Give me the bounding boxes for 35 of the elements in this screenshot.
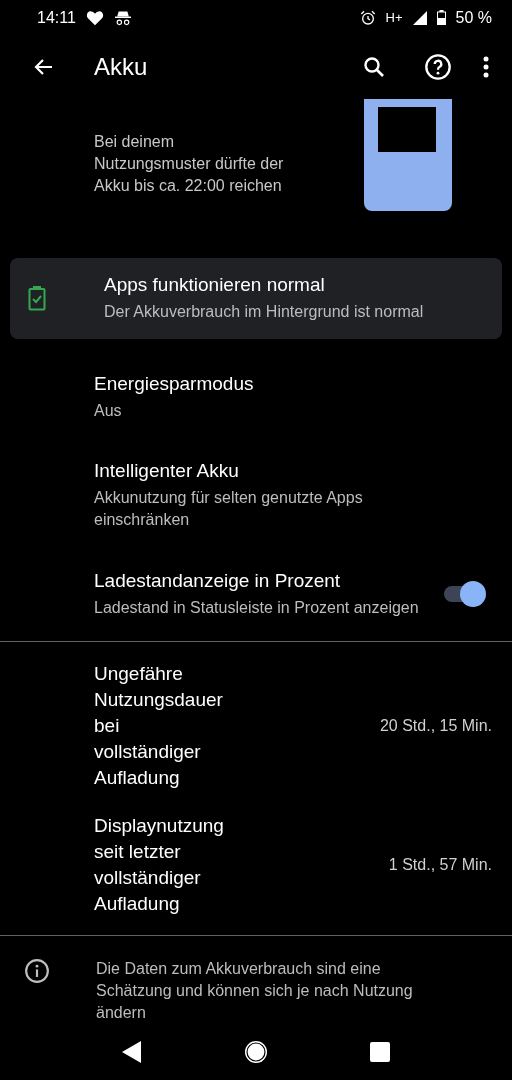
battery-percent: 50 % bbox=[455, 8, 492, 27]
info-note: Die Daten zum Akkuverbrauch sind eine Schätzung und können sich je nach Nutzung ändern bbox=[96, 958, 414, 1023]
more-options-icon bbox=[483, 56, 489, 79]
screen-title: Akku bbox=[94, 53, 148, 82]
status-title: Apps funktionieren normal bbox=[104, 273, 326, 298]
battery-icon bbox=[436, 10, 446, 26]
usage-value: 1 Std., 57 Min. bbox=[388, 856, 492, 875]
signal-icon bbox=[412, 10, 427, 25]
setting-title: Intelligenter Akku bbox=[94, 459, 240, 484]
toggle-switch[interactable] bbox=[444, 581, 486, 608]
info-icon bbox=[24, 957, 50, 984]
usage-label: Ungefähre Nutzungsdauer bei vollständiger Aufladung bbox=[94, 662, 224, 791]
alarm-icon bbox=[359, 9, 376, 26]
setting-title: Ladestandanzeige in Prozent bbox=[94, 569, 342, 594]
setting-row[interactable]: Ladestandanzeige in Prozent Ladestand in Statusleiste in Prozent anzeigen bbox=[0, 547, 512, 642]
usage-value: 20 Std., 15 Min. bbox=[379, 717, 492, 736]
setting-subtitle: Aus bbox=[94, 400, 123, 421]
setting-title: Energiesparmodus bbox=[94, 371, 255, 396]
help-icon bbox=[424, 53, 452, 82]
battery-check-icon bbox=[28, 285, 46, 312]
status-subtitle: Der Akkuverbrauch im Hintergrund ist normal bbox=[104, 302, 425, 323]
setting-subtitle: Ladestand in Statusleiste in Prozent anzeigen bbox=[94, 598, 420, 619]
setting-subtitle: Akkunutzung für selten genutzte Apps einschränken bbox=[94, 488, 364, 531]
incognito-icon bbox=[113, 9, 132, 26]
triangle-icon bbox=[122, 1040, 142, 1063]
setting-row[interactable]: Energiesparmodus Aus bbox=[0, 349, 512, 444]
usage-label: Displaynutzung seit letzter vollständiger Aufladung bbox=[94, 814, 225, 917]
heart-icon bbox=[85, 9, 104, 26]
circle-icon bbox=[244, 1039, 268, 1064]
network-type: H+ bbox=[385, 10, 403, 26]
status-time: 14:11 bbox=[37, 8, 76, 27]
setting-row[interactable]: Intelligenter Akku Akkunutzung für selten genutzte Apps einschränken bbox=[0, 443, 512, 548]
battery-estimate: Bei deinem Nutzungsmuster dürfte der Akku bis ca. 22:00 reichen bbox=[94, 131, 285, 196]
status-card[interactable]: Apps funktionieren normal Der Akkuverbrauch im Hintergrund ist normal bbox=[10, 257, 502, 339]
square-icon bbox=[370, 1041, 390, 1062]
